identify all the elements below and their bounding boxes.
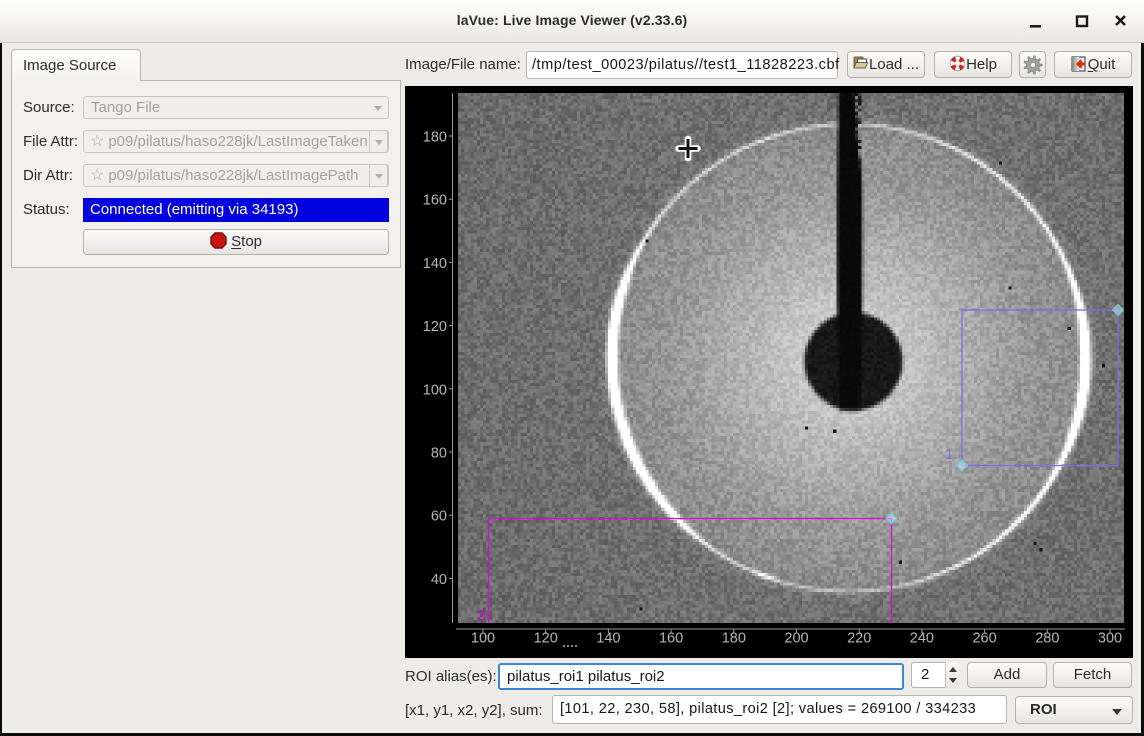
svg-text:1.: 1. xyxy=(945,446,958,463)
svg-text:180: 180 xyxy=(722,631,746,647)
svg-text:2.: 2. xyxy=(477,607,490,624)
svg-text:220: 220 xyxy=(847,631,871,647)
svg-text:40: 40 xyxy=(431,572,447,588)
svg-text:140: 140 xyxy=(423,256,447,272)
svg-text:200: 200 xyxy=(784,631,808,647)
svg-text:100: 100 xyxy=(471,631,495,647)
svg-text:180: 180 xyxy=(423,130,447,146)
svg-text:80: 80 xyxy=(431,446,447,462)
svg-text:240: 240 xyxy=(910,631,934,647)
svg-text:60: 60 xyxy=(431,509,447,525)
svg-text:280: 280 xyxy=(1035,631,1059,647)
svg-text:260: 260 xyxy=(972,631,996,647)
svg-text:100: 100 xyxy=(423,382,447,398)
svg-text:300: 300 xyxy=(1098,631,1122,647)
svg-text:120: 120 xyxy=(534,631,558,647)
svg-text:160: 160 xyxy=(659,631,683,647)
svg-text:160: 160 xyxy=(423,193,447,209)
svg-text:140: 140 xyxy=(596,631,620,647)
svg-text:120: 120 xyxy=(423,319,447,335)
